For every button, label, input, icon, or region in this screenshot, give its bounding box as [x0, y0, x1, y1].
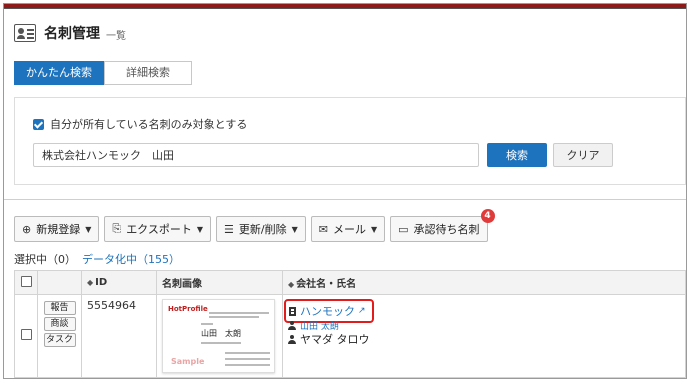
mail-button[interactable]: ✉ メール ▼: [310, 216, 386, 242]
search-panel: 自分が所有している名刺のみ対象とする 検索 クリア: [14, 97, 686, 185]
search-tabs: かんたん検索 詳細検索: [14, 61, 192, 85]
update-delete-button[interactable]: ☰ 更新/削除 ▼: [216, 216, 306, 242]
toolbar: ⊕ 新規登録 ▼ ⎘ エクスポート ▼ ☰ 更新/削除 ▼ ✉ メール ▼ ▭ …: [14, 209, 495, 242]
select-all-checkbox[interactable]: [20, 275, 32, 287]
image-header: 名刺画像: [156, 270, 283, 295]
company-name-header-label: 会社名・氏名: [296, 279, 357, 290]
new-register-label: 新規登録: [36, 223, 81, 236]
section-divider: [4, 199, 686, 200]
mail-label: メール: [332, 223, 366, 236]
search-button[interactable]: 検索: [487, 143, 547, 167]
row-actions-cell: 報告 商談 タスク: [37, 294, 82, 378]
report-button[interactable]: 報告: [43, 301, 76, 315]
page-title: 名刺管理: [44, 26, 100, 42]
external-link-icon: ↗: [358, 306, 366, 316]
id-cell: 5554964: [81, 294, 157, 378]
pending-approval-button[interactable]: ▭ 承認待ち名刺 4: [390, 209, 495, 242]
id-header[interactable]: ◆ ID: [81, 270, 157, 295]
select-all-cell: [14, 270, 38, 295]
business-card-icon: ▭: [398, 222, 409, 236]
export-label: エクスポート: [126, 223, 192, 236]
digitizing-link[interactable]: データ化中（155）: [82, 253, 180, 266]
update-delete-label: 更新/削除: [238, 223, 287, 236]
card-person-name: 山田 太朗: [201, 329, 241, 338]
export-file-icon: ⎘: [112, 222, 122, 235]
list-icon: ☰: [224, 222, 234, 236]
building-icon: [289, 306, 296, 316]
company-name: ハンモック: [300, 305, 355, 318]
card-logo: HotProfile: [168, 305, 208, 313]
new-register-button[interactable]: ⊕ 新規登録 ▼: [14, 216, 100, 242]
sort-icon: ◆: [288, 280, 295, 289]
cards-table: ◆ ID 名刺画像 ◆ 会社名・氏名 報告 商談 タスク 5554964 HotPr…: [14, 270, 686, 378]
envelope-icon: ✉: [318, 222, 328, 236]
search-input[interactable]: [33, 143, 479, 167]
chevron-down-icon: ▼: [196, 224, 204, 234]
person-name: 山田 太朗: [300, 322, 339, 330]
chevron-down-icon: ▼: [291, 224, 298, 234]
sort-icon: ◆: [87, 278, 94, 287]
card-sample-watermark: Sample: [171, 357, 205, 366]
top-bar: [4, 4, 686, 9]
app-frame: 名刺管理 一覧 かんたん検索 詳細検索 自分が所有している名刺のみ対象とする 検…: [3, 3, 687, 379]
selected-count: 選択中（0）: [14, 253, 76, 266]
row-select-cell: [14, 294, 38, 378]
person-kana-row: ヤマダ タロウ: [288, 331, 680, 347]
clear-button[interactable]: クリア: [553, 143, 613, 167]
company-link[interactable]: ハンモック ↗: [284, 299, 374, 323]
company-name-header[interactable]: ◆ 会社名・氏名: [282, 270, 686, 295]
selection-row: 選択中（0） データ化中（155）: [14, 251, 180, 267]
row-checkbox[interactable]: [20, 329, 32, 340]
own-cards-checkbox[interactable]: [33, 118, 44, 130]
plus-circle-icon: ⊕: [22, 222, 32, 236]
table-header-row: ◆ ID 名刺画像 ◆ 会社名・氏名: [14, 270, 686, 295]
deal-button[interactable]: 商談: [43, 317, 76, 331]
id-header-label: ID: [95, 277, 108, 288]
tab-advanced-search[interactable]: 詳細検索: [104, 61, 192, 85]
person-icon: [288, 334, 296, 344]
card-image-cell: HotProfile 山田 太朗 Sample: [156, 294, 283, 378]
page-subtitle: 一覧: [106, 31, 126, 42]
person-kana: ヤマダ タロウ: [300, 333, 370, 346]
chevron-down-icon: ▼: [85, 224, 92, 234]
own-cards-checkbox-label: 自分が所有している名刺のみ対象とする: [50, 118, 248, 131]
actions-header: [37, 270, 82, 295]
table-row: 報告 商談 タスク 5554964 HotProfile 山田 太朗 Sampl…: [14, 294, 686, 378]
company-name-cell: ハンモック ↗ 山田 太朗 ヤマダ タロウ: [282, 294, 686, 378]
person-icon: [288, 321, 296, 330]
chevron-down-icon: ▼: [370, 224, 378, 234]
tab-simple-search[interactable]: かんたん検索: [14, 61, 104, 85]
business-card-thumbnail[interactable]: HotProfile 山田 太朗 Sample: [162, 299, 275, 373]
own-cards-checkbox-row[interactable]: 自分が所有している名刺のみ対象とする: [33, 116, 247, 132]
task-button[interactable]: タスク: [43, 333, 76, 347]
business-card-icon: [14, 24, 36, 42]
pending-count-badge: 4: [480, 209, 495, 223]
export-button[interactable]: ⎘ エクスポート ▼: [104, 216, 212, 242]
page-header: 名刺管理 一覧: [14, 22, 126, 44]
pending-approval-label: 承認待ち名刺: [413, 223, 480, 236]
